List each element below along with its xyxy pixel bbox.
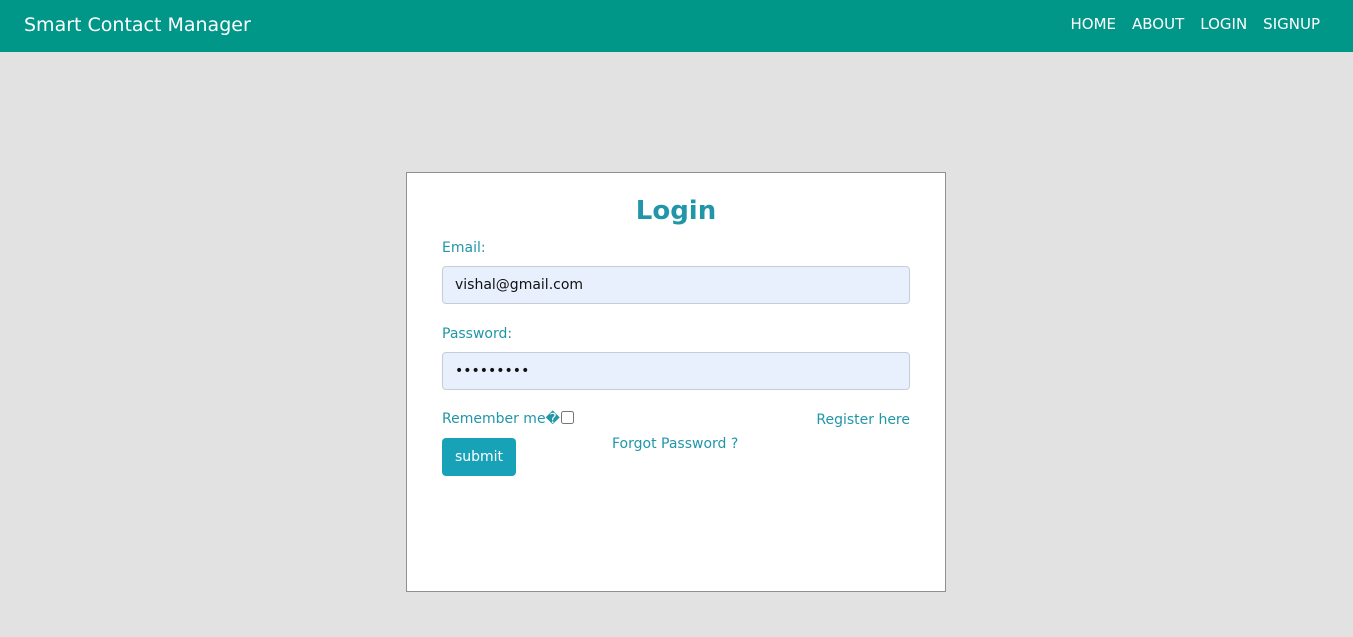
login-card: Login Email: Password: Remember me� Regi… — [406, 172, 946, 592]
forgot-password-link[interactable]: Forgot Password ? — [612, 435, 738, 453]
login-title: Login — [635, 196, 717, 226]
password-input[interactable] — [442, 352, 910, 390]
nav-link-about[interactable]: ABOUT — [1132, 14, 1184, 34]
nav-link-home[interactable]: HOME — [1071, 14, 1117, 34]
navbar: Smart Contact Manager HOME ABOUT LOGIN S… — [0, 0, 1353, 52]
remember-me-label: Remember me� — [442, 411, 560, 427]
email-input[interactable] — [442, 266, 910, 304]
remember-me: Remember me� — [442, 410, 574, 428]
nav-link-signup[interactable]: SIGNUP — [1263, 14, 1320, 34]
submit-button[interactable]: submit — [442, 438, 516, 476]
nav-links: HOME ABOUT LOGIN SIGNUP — [1071, 14, 1321, 34]
password-label: Password: — [442, 326, 513, 342]
nav-link-login[interactable]: LOGIN — [1200, 14, 1247, 34]
email-label: Email: — [442, 240, 486, 256]
brand-title[interactable]: Smart Contact Manager — [24, 13, 251, 37]
register-link[interactable]: Register here — [816, 411, 910, 429]
remember-me-checkbox[interactable] — [560, 410, 574, 424]
